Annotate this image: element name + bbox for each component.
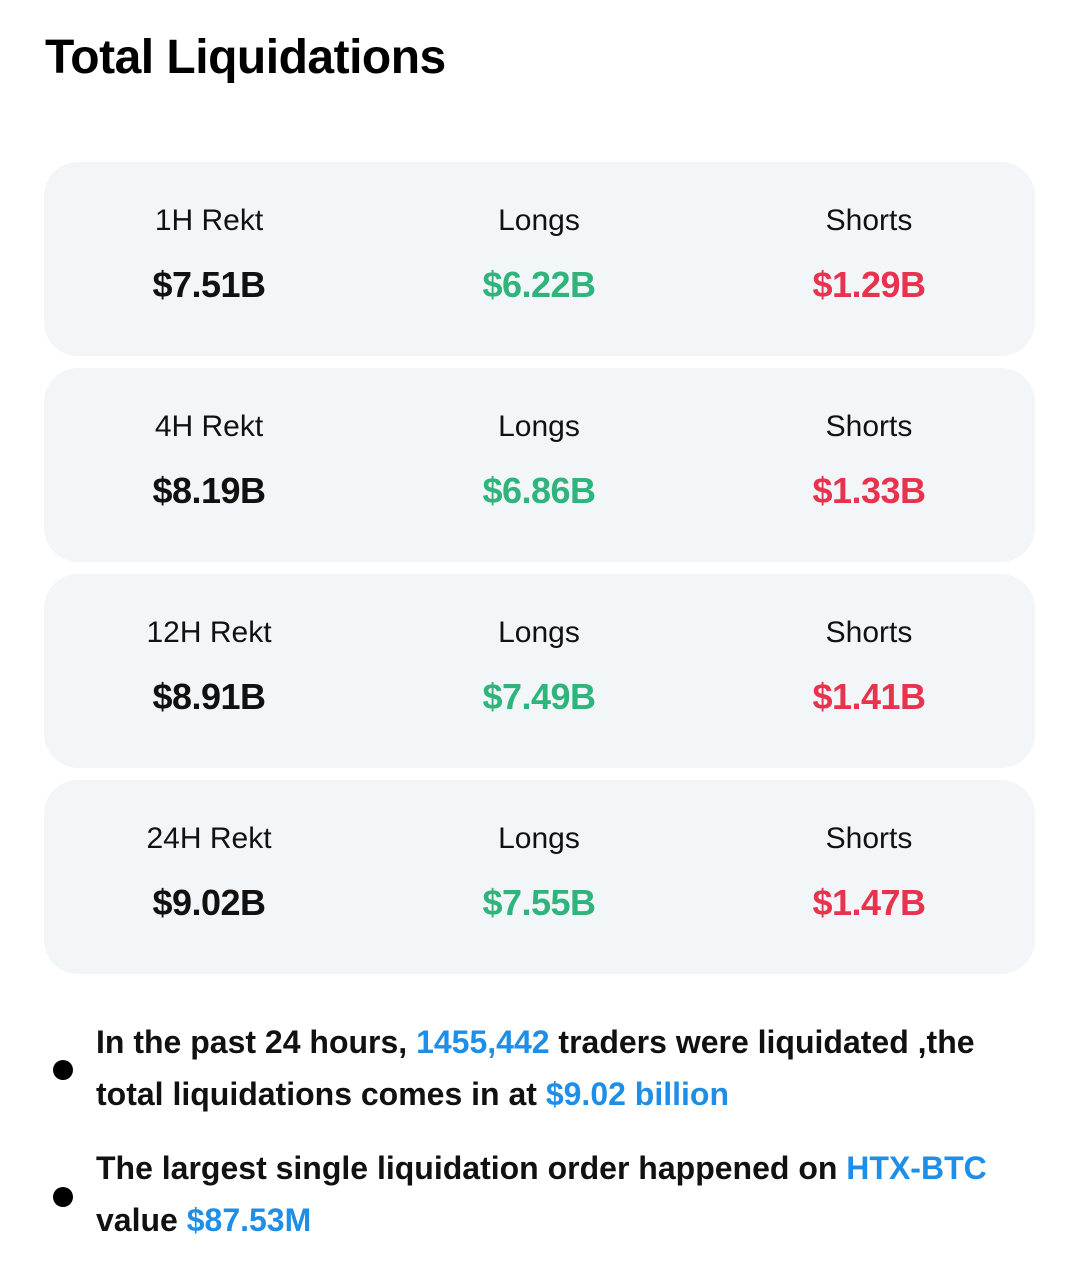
note-text: The largest single liquidation order hap… <box>96 1150 847 1186</box>
shorts-value: $1.41B <box>812 676 926 717</box>
liquidation-card-12h: 12H Rekt $8.91B Longs $7.49B Shorts $1.4… <box>44 574 1035 768</box>
shorts-label: Shorts <box>825 616 913 649</box>
longs-value: $7.55B <box>482 882 596 923</box>
total-value: $7.51B <box>152 264 266 305</box>
longs-label: Longs <box>498 204 580 237</box>
bullet-dot-icon <box>53 1060 73 1080</box>
total-value: $8.19B <box>152 470 266 511</box>
shorts-value: $1.29B <box>812 264 926 305</box>
total-liquidations-amount: $9.02 billion <box>545 1076 729 1112</box>
note-text: value <box>96 1202 187 1238</box>
exchange-pair: HTX-BTC <box>846 1150 987 1186</box>
shorts-value: $1.33B <box>812 470 926 511</box>
longs-label: Longs <box>498 822 580 855</box>
longs-value: $6.86B <box>482 470 596 511</box>
total-value: $9.02B <box>152 882 266 923</box>
page-title: Total Liquidations <box>45 31 446 84</box>
summary-note-traders: In the past 24 hours, 1455,442 traders w… <box>50 1016 1030 1120</box>
period-label: 12H Rekt <box>146 616 272 649</box>
period-label: 4H Rekt <box>154 410 264 443</box>
largest-order-amount: $87.53M <box>186 1202 312 1238</box>
liquidation-card-24h: 24H Rekt $9.02B Longs $7.55B Shorts $1.4… <box>44 780 1035 974</box>
shorts-label: Shorts <box>825 204 913 237</box>
longs-value: $6.22B <box>482 264 596 305</box>
summary-notes: In the past 24 hours, 1455,442 traders w… <box>50 1016 1030 1246</box>
longs-label: Longs <box>498 616 580 649</box>
shorts-label: Shorts <box>825 410 913 443</box>
total-value: $8.91B <box>152 676 266 717</box>
liquidation-card-1h: 1H Rekt $7.51B Longs $6.22B Shorts $1.29… <box>44 162 1035 356</box>
summary-note-largest-order: The largest single liquidation order hap… <box>50 1142 1030 1246</box>
liquidation-card-4h: 4H Rekt $8.19B Longs $6.86B Shorts $1.33… <box>44 368 1035 562</box>
period-label: 24H Rekt <box>146 822 272 855</box>
shorts-value: $1.47B <box>812 882 926 923</box>
shorts-label: Shorts <box>825 822 913 855</box>
longs-value: $7.49B <box>482 676 596 717</box>
period-label: 1H Rekt <box>154 204 264 237</box>
longs-label: Longs <box>498 410 580 443</box>
note-text: In the past 24 hours, <box>96 1024 417 1060</box>
bullet-dot-icon <box>53 1187 73 1207</box>
traders-count: 1455,442 <box>416 1024 550 1060</box>
liquidation-cards: 1H Rekt $7.51B Longs $6.22B Shorts $1.29… <box>44 162 1035 986</box>
